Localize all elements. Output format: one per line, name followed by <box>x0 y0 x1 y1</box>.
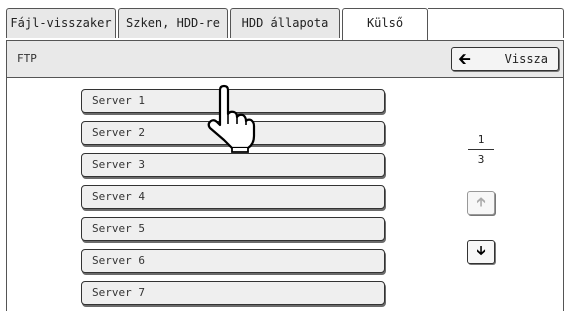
tab-scan-to-hdd[interactable]: Szken, HDD-re <box>118 8 228 38</box>
back-button[interactable]: 🡰 Vissza <box>451 47 559 71</box>
tab-bar: Fájl-visszaker Szken, HDD-re HDD állapot… <box>6 8 564 58</box>
tab-bar-filler <box>428 8 564 38</box>
screen: Fájl-visszaker Szken, HDD-re HDD állapot… <box>0 0 569 311</box>
panel-header: FTP 🡰 Vissza <box>7 41 563 78</box>
main-panel: FTP 🡰 Vissza Server 1 Server 2 Server 3 … <box>6 40 564 311</box>
server-label: Server 5 <box>92 222 145 235</box>
tab-external-access[interactable]: Külső ad.elér. <box>342 8 428 58</box>
tab-label: HDD állapota <box>241 16 329 30</box>
server-button-4[interactable]: Server 4 <box>81 185 385 209</box>
server-button-5[interactable]: Server 5 <box>81 217 385 241</box>
arrow-down-icon: 🡳 <box>476 244 486 259</box>
arrow-up-icon: 🡱 <box>476 195 486 210</box>
page-title: FTP <box>17 52 37 65</box>
server-button-3[interactable]: Server 3 <box>81 153 385 177</box>
page-divider <box>468 149 494 150</box>
page-up-button[interactable]: 🡱 <box>467 191 495 215</box>
tab-file-retrieve[interactable]: Fájl-visszaker <box>6 8 116 38</box>
page-down-button[interactable]: 🡳 <box>467 240 495 264</box>
server-label: Server 3 <box>92 158 145 171</box>
page-total: 3 <box>477 153 485 166</box>
server-button-6[interactable]: Server 6 <box>81 249 385 273</box>
page-current: 1 <box>477 133 485 146</box>
tab-label: Szken, HDD-re <box>126 16 220 30</box>
server-label: Server 4 <box>92 190 145 203</box>
server-button-7[interactable]: Server 7 <box>81 281 385 305</box>
pointing-hand-icon <box>207 84 256 153</box>
server-label: Server 7 <box>92 286 145 299</box>
server-label: Server 1 <box>92 94 145 107</box>
server-label: Server 6 <box>92 254 145 267</box>
back-button-label: Vissza <box>504 52 548 66</box>
tab-label: Fájl-visszaker <box>10 16 112 30</box>
tab-hdd-status[interactable]: HDD állapota <box>230 8 340 38</box>
server-label: Server 2 <box>92 126 145 139</box>
left-arrow-icon: 🡰 <box>458 49 471 68</box>
